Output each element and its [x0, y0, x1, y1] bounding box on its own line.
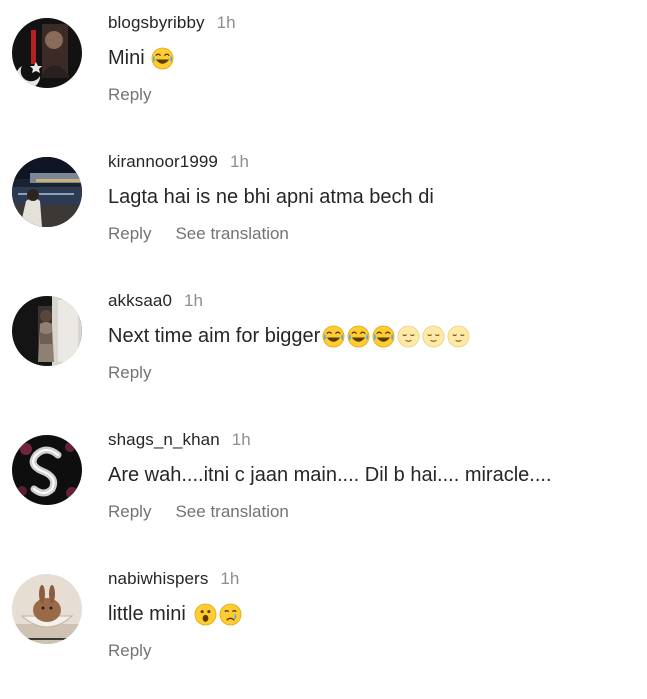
timestamp: 1h — [216, 13, 236, 32]
comment-text: Next time aim for bigger — [108, 321, 470, 351]
comment-body: Are wah....itni c jaan main.... Dil b ha… — [108, 463, 552, 486]
joy-emoji — [347, 325, 370, 348]
see-translation-button[interactable]: See translation — [175, 224, 288, 244]
avatar[interactable] — [12, 574, 82, 644]
comment-actions: Reply — [108, 639, 151, 663]
comment-item: akksaa0 1h Next time aim for bigger Repl… — [0, 291, 647, 421]
comment-item: nabiwhispers 1h little mini Reply — [0, 569, 647, 699]
comment-actions: Reply See translation — [108, 500, 289, 524]
username[interactable]: blogsbyribby — [108, 13, 205, 33]
comment-body: Lagta hai is ne bhi apni atma bech di — [108, 185, 434, 208]
open-mouth-emoji — [194, 603, 217, 626]
comment-body: Mini — [108, 46, 145, 69]
username[interactable]: nabiwhispers — [108, 569, 208, 589]
avatar[interactable] — [12, 157, 82, 227]
comment-meta: blogsbyribby 1h — [108, 13, 236, 35]
username[interactable]: akksaa0 — [108, 291, 172, 311]
relieved-emoji — [447, 325, 470, 348]
reply-button[interactable]: Reply — [108, 502, 151, 522]
reply-button[interactable]: Reply — [108, 641, 151, 661]
timestamp: 1h — [184, 291, 203, 310]
comment-body: Next time aim for bigger — [108, 324, 321, 347]
timestamp: 1h — [220, 569, 240, 588]
avatar[interactable] — [12, 296, 82, 366]
timestamp: 1h — [231, 430, 251, 449]
see-translation-button[interactable]: See translation — [175, 502, 288, 522]
comment-meta: kirannoor1999 1h — [108, 152, 249, 174]
comment-item: blogsbyribby 1h Mini Reply — [0, 13, 647, 143]
relieved-emoji — [422, 325, 445, 348]
avatar[interactable] — [12, 18, 82, 88]
joy-emoji — [322, 325, 345, 348]
comment-actions: Reply — [108, 83, 151, 107]
joy-emoji — [372, 325, 395, 348]
comment-meta: akksaa0 1h — [108, 291, 203, 313]
crying-emoji — [219, 603, 242, 626]
comment-text: Lagta hai is ne bhi apni atma bech di — [108, 182, 434, 212]
relieved-emoji — [397, 325, 420, 348]
reply-button[interactable]: Reply — [108, 363, 151, 383]
timestamp: 1h — [230, 152, 249, 171]
avatar[interactable] — [12, 435, 82, 505]
comment-text: Are wah....itni c jaan main.... Dil b ha… — [108, 460, 552, 490]
comment-meta: shags_n_khan 1h — [108, 430, 251, 452]
comment-item: kirannoor1999 1h Lagta hai is ne bhi apn… — [0, 152, 647, 282]
comment-text: Mini — [108, 43, 174, 73]
joy-emoji — [151, 47, 174, 70]
reply-button[interactable]: Reply — [108, 224, 151, 244]
comment-actions: Reply See translation — [108, 222, 289, 246]
comment-item: shags_n_khan 1h Are wah....itni c jaan m… — [0, 430, 647, 560]
reply-button[interactable]: Reply — [108, 85, 151, 105]
username[interactable]: kirannoor1999 — [108, 152, 218, 172]
comment-meta: nabiwhispers 1h — [108, 569, 239, 591]
comment-text: little mini — [108, 599, 242, 629]
comment-actions: Reply — [108, 361, 151, 385]
username[interactable]: shags_n_khan — [108, 430, 220, 450]
comment-body: little mini — [108, 602, 186, 625]
